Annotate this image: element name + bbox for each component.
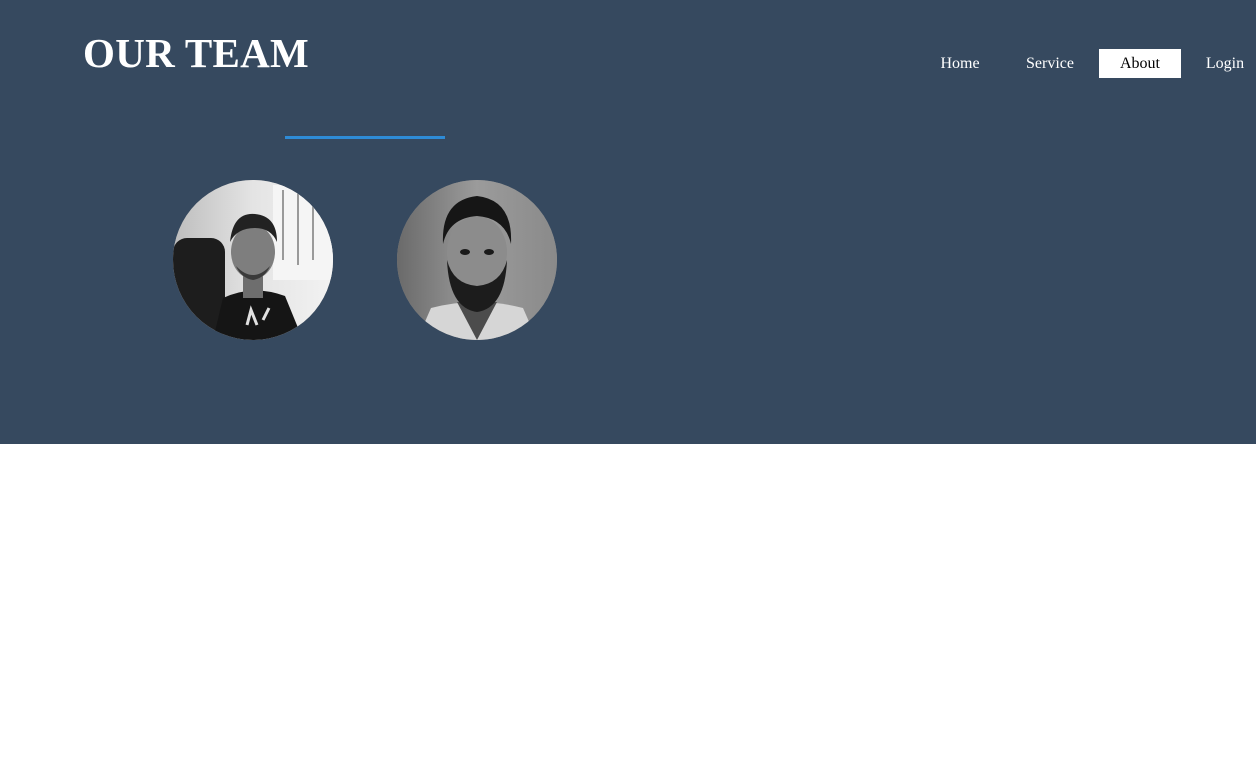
nav-about-link[interactable]: About — [1099, 49, 1181, 78]
nav-login-link[interactable]: Login — [1194, 49, 1256, 78]
nav-home-link[interactable]: Home — [928, 49, 992, 78]
nav-service-link[interactable]: Service — [1014, 49, 1086, 78]
main-nav: Home Service About Login — [0, 49, 1256, 78]
hero-section: OUR TEAM Home Service About Login — [0, 0, 1256, 444]
member-portrait-2 — [397, 180, 557, 340]
team-member-photo-2 — [397, 180, 557, 340]
member-portrait-1 — [173, 180, 333, 340]
team-member-photo-1 — [173, 180, 333, 340]
title-underline — [285, 136, 445, 139]
